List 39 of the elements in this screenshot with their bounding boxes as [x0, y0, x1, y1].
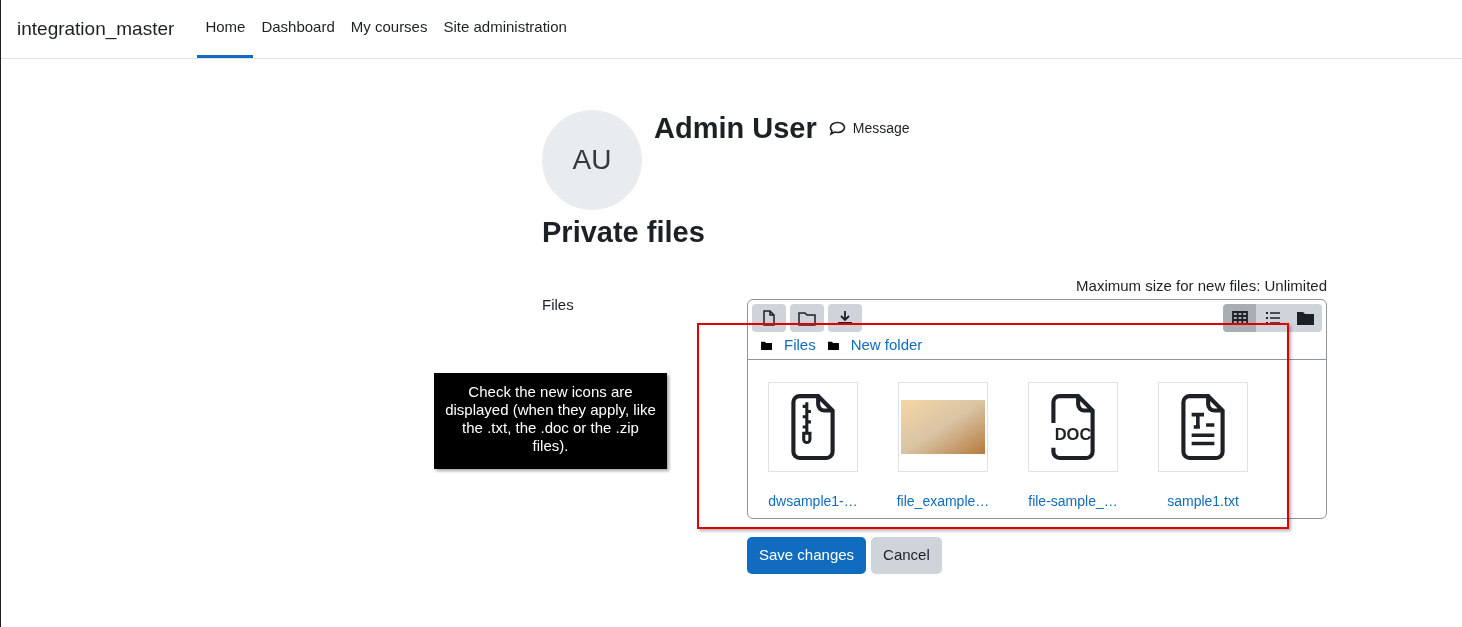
file-name-link[interactable]: file-sample_… — [1028, 491, 1118, 512]
speech-bubble-icon — [828, 120, 846, 136]
nav-link[interactable]: My courses — [342, 0, 436, 58]
file-thumbnail[interactable] — [768, 382, 858, 472]
download-icon — [836, 310, 854, 326]
file-thumbnail[interactable]: DOC — [1028, 382, 1118, 472]
file-name-link[interactable]: file_example… — [896, 491, 990, 512]
file-thumbnail[interactable] — [898, 382, 988, 472]
file-name-link[interactable]: sample1.txt — [1167, 491, 1239, 512]
field-label: Files — [542, 295, 575, 312]
file-thumbnail[interactable] — [1158, 382, 1248, 472]
user-name: Admin User — [654, 111, 817, 146]
breadcrumb-link[interactable]: New folder — [850, 334, 923, 357]
file-name-link[interactable]: dwsample1-… — [768, 491, 858, 512]
view-mode-button[interactable] — [1223, 304, 1256, 332]
avatar: AU — [542, 110, 642, 210]
callout-note: Check the new icons are displayed (when they apply, like the .txt, the .doc or the .zip files). — [434, 373, 667, 469]
nav-link[interactable]: Dashboard — [253, 0, 343, 58]
toolbar-button[interactable] — [790, 304, 824, 332]
breadcrumb-link[interactable]: Files — [784, 334, 816, 357]
file-icon — [762, 310, 776, 326]
nav-link[interactable]: Site administration — [435, 0, 575, 58]
view-mode-button[interactable] — [1289, 304, 1322, 332]
folder-icon — [1297, 311, 1314, 325]
message-link[interactable]: Message — [828, 119, 910, 137]
max-size-text: Maximum size for new files: Unlimited — [1076, 277, 1327, 295]
cancel-button[interactable]: Cancel — [871, 537, 942, 574]
view-mode-button[interactable] — [1256, 304, 1289, 332]
page-heading: Private files — [542, 215, 706, 250]
nav-link[interactable]: Home — [197, 0, 254, 58]
folder-icon — [798, 310, 816, 326]
folder-icon — [761, 341, 772, 350]
grid-icon — [1231, 311, 1248, 325]
toolbar-button[interactable] — [752, 304, 786, 332]
site-name[interactable]: integration_master — [17, 14, 175, 44]
save-button[interactable]: Save changes — [747, 537, 867, 574]
folder-icon — [827, 341, 839, 350]
list-icon — [1264, 311, 1281, 325]
toolbar-button[interactable] — [828, 304, 862, 332]
